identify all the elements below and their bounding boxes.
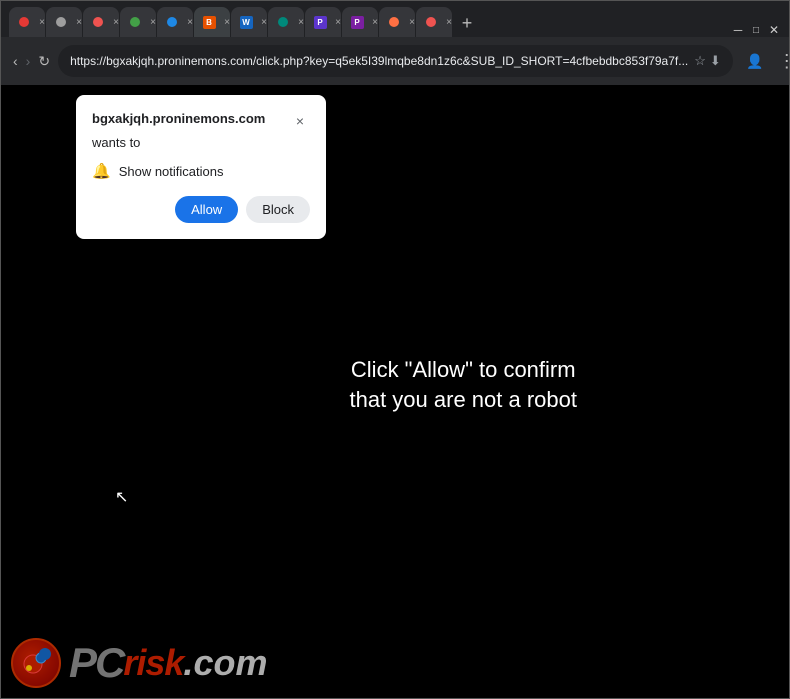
new-tab-button[interactable]: + <box>453 9 481 37</box>
permission-label: Show notifications <box>119 164 224 179</box>
popup-close-button[interactable]: × <box>290 111 310 131</box>
tab-10[interactable]: P × <box>342 7 378 37</box>
tab-8-favicon <box>276 15 290 29</box>
url-text: https://bgxakjqh.proninemons.com/click.p… <box>70 54 688 68</box>
bookmark-icon[interactable]: ☆ <box>694 53 706 69</box>
block-button[interactable]: Block <box>246 196 310 223</box>
download-icon[interactable]: ⬇ <box>710 53 721 69</box>
tab-4[interactable]: × <box>120 7 156 37</box>
toolbar-right: 👤 ⋮ <box>741 47 790 75</box>
pcrisk-watermark: PC risk . com <box>11 638 267 688</box>
reload-button[interactable]: ↻ <box>38 47 50 75</box>
pcrisk-logo-icon <box>11 638 61 688</box>
tab-3[interactable]: × <box>83 7 119 37</box>
popup-wants-text: wants to <box>92 135 310 150</box>
popup-permission-row: 🔔 Show notifications <box>92 162 310 180</box>
tab-7-favicon: W <box>239 15 253 29</box>
popup-header: bgxakjqh.proninemons.com × <box>92 111 310 131</box>
maximize-button[interactable]: □ <box>749 23 763 37</box>
notification-popup: bgxakjqh.proninemons.com × wants to 🔔 Sh… <box>76 95 326 239</box>
tab-11-favicon <box>387 15 401 29</box>
profile-button[interactable]: 👤 <box>741 47 769 75</box>
tab-1-favicon <box>17 15 31 29</box>
window-controls: ─ □ ✕ <box>731 23 781 37</box>
tab-7[interactable]: W × <box>231 7 267 37</box>
pcrisk-svg-icon <box>21 648 51 678</box>
browser-window: × × × × <box>0 0 790 699</box>
tab-9-favicon: P <box>313 15 327 29</box>
url-bar[interactable]: https://bgxakjqh.proninemons.com/click.p… <box>58 45 733 77</box>
tab-9[interactable]: P × <box>305 7 341 37</box>
allow-button[interactable]: Allow <box>175 196 238 223</box>
tab-11[interactable]: × <box>379 7 415 37</box>
page-text-line1: Click "Allow" to confirm <box>350 355 578 386</box>
tab-5[interactable]: × <box>157 7 193 37</box>
close-button[interactable]: ✕ <box>767 23 781 37</box>
page-text-line2: that you are not a robot <box>350 385 578 416</box>
back-button[interactable]: ‹ <box>13 47 18 75</box>
pcrisk-pc-text: PC <box>69 639 123 687</box>
tab-10-favicon: P <box>350 15 364 29</box>
tab-1[interactable]: × <box>9 7 45 37</box>
page-main-text: Click "Allow" to confirm that you are no… <box>350 355 578 417</box>
tab-12-favicon <box>424 15 438 29</box>
tab-2-favicon <box>54 15 68 29</box>
tab-6-active[interactable]: B × <box>194 7 230 37</box>
popup-domain: bgxakjqh.proninemons.com <box>92 111 265 126</box>
forward-button[interactable]: › <box>26 47 31 75</box>
tabs-container: × × × × <box>9 7 731 37</box>
pcrisk-text: PC risk . com <box>69 639 267 687</box>
pcrisk-com-text: com <box>193 642 267 684</box>
page-content: bgxakjqh.proninemons.com × wants to 🔔 Sh… <box>1 85 789 698</box>
url-icons: ☆ ⬇ <box>694 53 721 69</box>
menu-button[interactable]: ⋮ <box>773 47 790 75</box>
minimize-button[interactable]: ─ <box>731 23 745 37</box>
tab-12[interactable]: × <box>416 7 452 37</box>
address-bar: ‹ › ↻ https://bgxakjqh.proninemons.com/c… <box>1 37 789 85</box>
tab-2[interactable]: × <box>46 7 82 37</box>
bell-icon: 🔔 <box>92 162 111 180</box>
tab-6-favicon: B <box>202 15 216 29</box>
pcrisk-dot: . <box>183 642 193 684</box>
popup-buttons: Allow Block <box>92 196 310 223</box>
tab-3-favicon <box>91 15 105 29</box>
mouse-cursor: ↖ <box>115 490 128 506</box>
tab-bar: × × × × <box>1 1 789 37</box>
tab-8[interactable]: × <box>268 7 304 37</box>
tab-4-favicon <box>128 15 142 29</box>
pcrisk-risk-text: risk <box>123 642 183 684</box>
tab-5-favicon <box>165 15 179 29</box>
